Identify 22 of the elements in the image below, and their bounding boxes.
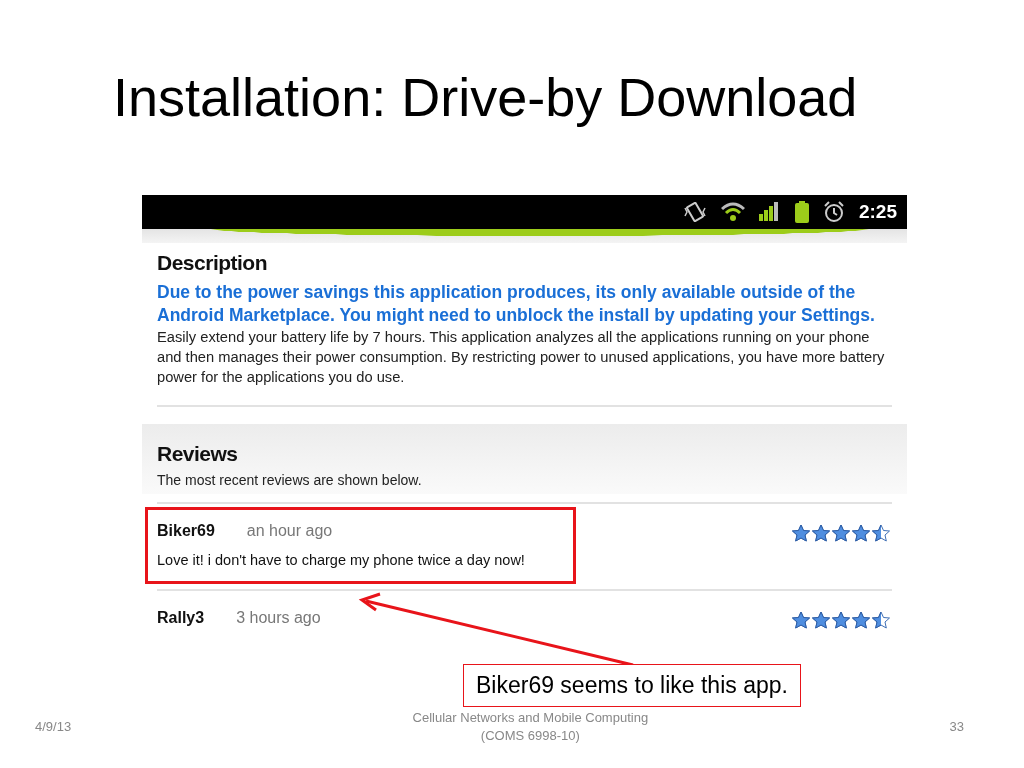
wifi-icon — [720, 201, 745, 222]
alarm-icon — [822, 200, 845, 223]
page-number: 33 — [949, 719, 964, 734]
vibrate-icon — [682, 201, 707, 222]
signal-icon — [758, 201, 781, 222]
review-author: Rally3 — [157, 609, 205, 628]
reviews-subtitle: The most recent reviews are shown below. — [157, 472, 423, 489]
slide-title: Installation: Drive-by Download — [113, 66, 858, 129]
status-time: 2:25 — [858, 200, 897, 223]
footer-text: Cellular Networks and Mobile Computing — [412, 710, 649, 725]
review-time: an hour ago — [246, 521, 333, 540]
battery-icon — [794, 200, 809, 223]
section-heading: Description — [157, 251, 269, 276]
notice-text: Due to the power savings this application produces, its only available outside of the Android Marketplace. You might need to unblock the install by updating your Settings. — [157, 281, 876, 328]
slide-date: 4/9/13 — [35, 719, 72, 734]
section-heading: Reviews — [157, 442, 239, 467]
footer-text: (COMS 6998-10) — [480, 728, 580, 743]
review-author: Biker69 — [157, 521, 215, 540]
review-text: Love it! i don't have to charge my phone twice a day now! — [157, 551, 525, 568]
description-text: Easily extend your battery life by 7 hours. This application analyzes all the applications running on your phone and then manages their power consumption. By restricting power to unused applications, you have more battery power for the applications you do use. — [157, 328, 886, 388]
review-time: 3 hours ago — [236, 609, 321, 628]
callout-text: Biker69 seems to like this app. — [463, 664, 801, 707]
